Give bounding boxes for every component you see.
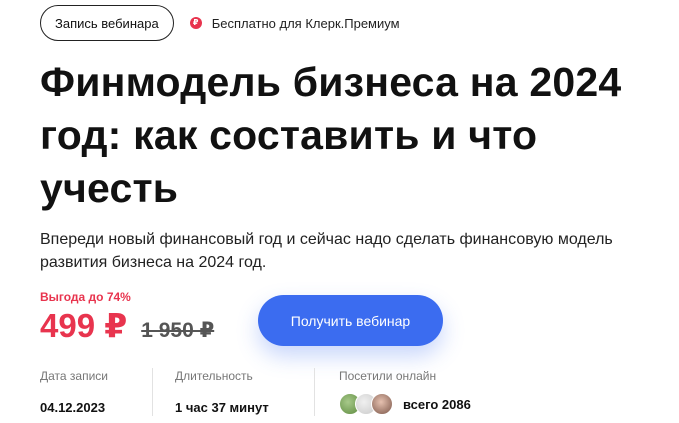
discount-label: Выгода до 74% [40, 290, 131, 304]
online-label: Посетили онлайн [339, 369, 437, 383]
duration-value: 1 час 37 минут [175, 400, 269, 415]
current-price: 499 ₽ [40, 307, 128, 344]
meta-online: Посетили онлайн всего 2086 [339, 368, 471, 416]
online-row: всего 2086 [339, 393, 471, 415]
old-price: 1 950 ₽ [141, 319, 215, 342]
meta-divider [314, 368, 315, 416]
webinar-recording-label: Запись вебинара [55, 15, 159, 31]
avatar [371, 393, 393, 415]
get-webinar-label: Получить вебинар [290, 312, 411, 329]
meta-date: Дата записи 04.12.2023 [40, 368, 108, 416]
top-row: Запись вебинара ₽ Бесплатно для Клерк.Пр… [40, 5, 400, 41]
webinar-recording-button[interactable]: Запись вебинара [40, 5, 174, 41]
date-value: 04.12.2023 [40, 400, 106, 415]
avatar-group [339, 393, 393, 415]
webinar-page: Запись вебинара ₽ Бесплатно для Клерк.Пр… [0, 0, 679, 423]
page-description: Впереди новый финансовый год и сейчас на… [40, 231, 613, 271]
online-count: всего 2086 [403, 396, 471, 412]
get-webinar-button[interactable]: Получить вебинар [258, 295, 443, 346]
duration-label: Длительность [175, 369, 253, 383]
page-title: Финмодель бизнеса на 2024 год: как соста… [40, 59, 622, 211]
premium-text: Бесплатно для Клерк.Премиум [211, 15, 400, 31]
date-label: Дата записи [40, 369, 108, 383]
ruble-badge-icon: ₽ [189, 17, 202, 29]
price-row: 499 ₽ 1 950 ₽ [40, 306, 214, 346]
meta-divider [152, 368, 153, 416]
premium-note: ₽ Бесплатно для Клерк.Премиум [189, 15, 400, 31]
meta-duration: Длительность 1 час 37 минут [175, 368, 269, 416]
